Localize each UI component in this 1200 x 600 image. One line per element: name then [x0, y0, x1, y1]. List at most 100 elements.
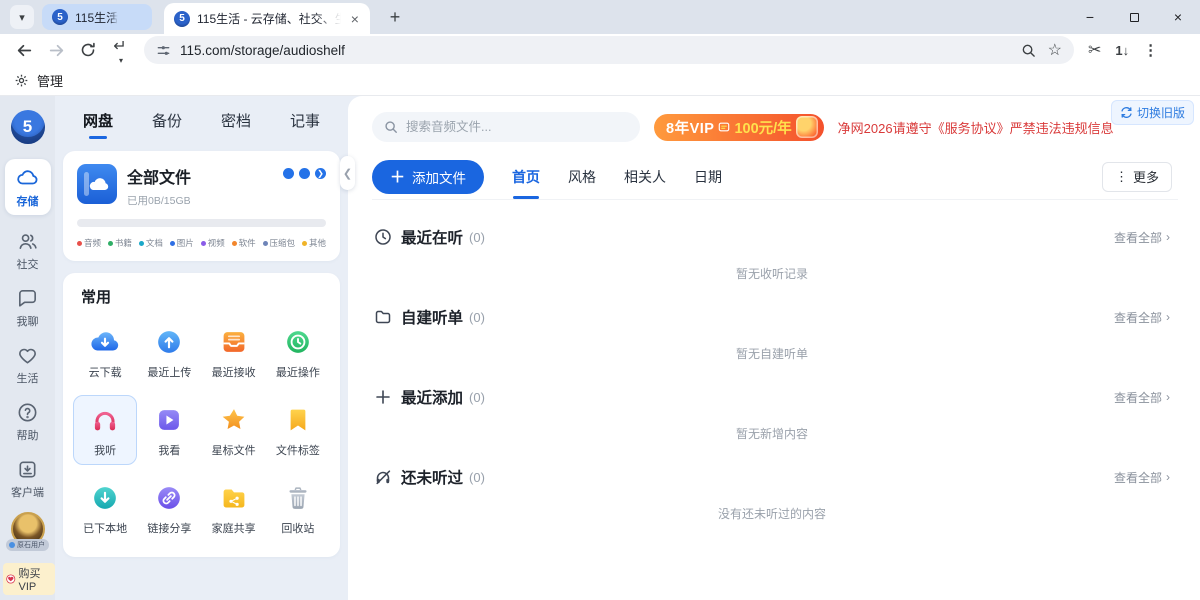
section-count: (0)	[469, 310, 485, 325]
legend-item: 软件	[232, 237, 256, 249]
all-files-card[interactable]: 全部文件 已用0B/15GB ❯ 音频 书籍 文档 图片 视频 软件 压缩包 其…	[63, 151, 340, 261]
sidebar-item-label: 我聊	[17, 313, 39, 329]
sidebar-item-social[interactable]: 社交	[5, 230, 51, 272]
buy-vip-button[interactable]: 购买VIP	[3, 563, 55, 595]
pager-next-icon[interactable]: ❯	[315, 168, 326, 179]
return-extension-button[interactable]: ↵ ▾	[106, 36, 134, 64]
reload-button[interactable]	[74, 36, 102, 64]
url-text[interactable]: 115.com/storage/audioshelf	[180, 43, 345, 58]
cloud-download-icon	[88, 325, 122, 359]
zoom-icon[interactable]	[1021, 43, 1036, 58]
common-item-recent-upload[interactable]: 最近上传	[137, 317, 201, 387]
sidebar-item-help[interactable]: 帮助	[5, 401, 51, 443]
all-files-icon	[77, 164, 117, 204]
kebab-menu-icon: ⋮	[1115, 169, 1128, 185]
panel-tab-vault[interactable]: 密档	[221, 110, 251, 139]
common-item-recycle-bin[interactable]: 回收站	[266, 473, 330, 543]
minimize-button[interactable]: −	[1068, 0, 1112, 34]
sidebar-item-label: 客户端	[11, 484, 44, 500]
search-box[interactable]	[372, 112, 640, 142]
legend-item: 文档	[139, 237, 163, 249]
download-manager-icon[interactable]: 1↓	[1115, 43, 1129, 58]
view-all-link[interactable]: 查看全部›	[1114, 469, 1170, 486]
panel-tabs: 网盘 备份 密档 记事	[55, 96, 348, 151]
main-toolbar-row: ＋ 添加文件 首页 风格 相关人 日期 ⋮ 更多	[372, 154, 1178, 200]
storage-progress-bar	[77, 219, 326, 227]
tab-related-people[interactable]: 相关人	[624, 154, 666, 199]
help-question-icon	[16, 401, 39, 424]
sidebar-item-storage[interactable]: 存储	[5, 159, 51, 215]
url-bar[interactable]: 115.com/storage/audioshelf ☆	[144, 36, 1074, 64]
common-card: 常用 云下载 最近上传 最近接收 最近操作	[63, 273, 340, 557]
empty-state-text: 暂无收听记录	[374, 265, 1170, 282]
panel-tab-notes[interactable]: 记事	[290, 110, 320, 139]
common-item-link-share[interactable]: 链接分享	[137, 473, 201, 543]
common-item-starred-files[interactable]: 星标文件	[202, 395, 266, 465]
section-count: (0)	[469, 470, 485, 485]
sidebar-item-client[interactable]: 客户端	[5, 458, 51, 500]
tab-home[interactable]: 首页	[512, 154, 540, 199]
legend-item: 其他	[302, 237, 326, 249]
tab-close-icon[interactable]: ×	[348, 11, 362, 27]
close-button[interactable]: ×	[1156, 0, 1200, 34]
search-input[interactable]	[406, 120, 606, 134]
family-folder-icon	[217, 481, 251, 515]
more-button[interactable]: ⋮ 更多	[1102, 162, 1172, 192]
return-arrow-icon: ↵	[113, 36, 126, 56]
panel-tab-backup[interactable]: 备份	[152, 110, 182, 139]
tab-search-button[interactable]: ▾	[10, 5, 34, 29]
maximize-button[interactable]	[1112, 0, 1156, 34]
page-body: 5 存储 社交 我聊 生活 帮助 客户端 原石用户	[0, 96, 1200, 600]
tab-date[interactable]: 日期	[694, 154, 722, 199]
section-header: 最近添加 (0) 查看全部›	[374, 386, 1170, 408]
common-item-my-watching[interactable]: 我看	[137, 395, 201, 465]
vip-banner[interactable]: 8年VIP 100元/年	[654, 114, 824, 141]
common-item-downloaded-local[interactable]: 已下本地	[73, 473, 137, 543]
section-title: 最近添加	[401, 386, 463, 408]
common-item-my-listening[interactable]: 我听	[73, 395, 137, 465]
common-item-recent-received[interactable]: 最近接收	[202, 317, 266, 387]
pager-dot[interactable]	[299, 168, 310, 179]
brand-logo-115[interactable]: 5	[11, 110, 45, 144]
user-profile[interactable]: 原石用户	[6, 512, 49, 551]
gear-icon	[14, 73, 29, 88]
common-item-recent-actions[interactable]: 最近操作	[266, 317, 330, 387]
chevron-down-icon: ▾	[119, 56, 123, 65]
sidebar-item-label: 生活	[17, 370, 39, 386]
section-header: 最近在听 (0) 查看全部›	[374, 226, 1170, 248]
site-info-icon[interactable]	[156, 43, 171, 58]
browser-tab-1[interactable]: 5 115生活	[42, 4, 152, 30]
common-title: 常用	[73, 286, 330, 307]
switch-old-label: 切换旧版	[1137, 104, 1185, 121]
back-icon	[16, 42, 33, 59]
new-tab-button[interactable]: +	[382, 4, 408, 30]
pager-dot[interactable]	[283, 168, 294, 179]
section-not-yet-listened: 还未听过 (0) 查看全部› 没有还未听过的内容	[374, 466, 1170, 522]
shelf-sections: 最近在听 (0) 查看全部› 暂无收听记录 自建听单 (0) 查看全部› 暂无自…	[348, 200, 1200, 522]
tab-title: 115生活	[75, 9, 118, 26]
view-all-link[interactable]: 查看全部›	[1114, 309, 1170, 326]
bookmark-star-icon[interactable]: ☆	[1048, 40, 1062, 60]
browser-menu-icon[interactable]: ⋮	[1143, 41, 1158, 59]
switch-old-version-button[interactable]: 切换旧版	[1111, 100, 1194, 125]
common-item-family-share[interactable]: 家庭共享	[202, 473, 266, 543]
vip-gift-graphic	[796, 116, 818, 138]
scissors-extension-icon[interactable]: ✂	[1088, 40, 1101, 60]
tab-genre[interactable]: 风格	[568, 154, 596, 199]
bookmark-manage[interactable]: 管理	[37, 71, 63, 90]
sidebar-item-life[interactable]: 生活	[5, 344, 51, 386]
panel-collapse-handle[interactable]: ❮	[340, 156, 355, 190]
pager-dots: ❯	[283, 168, 326, 179]
browser-tab-2-active[interactable]: 5 115生活 - 云存储、社交、生活 ×	[164, 3, 370, 34]
chevron-right-icon: ›	[1166, 470, 1170, 484]
view-all-link[interactable]: 查看全部›	[1114, 229, 1170, 246]
add-file-button[interactable]: ＋ 添加文件	[372, 160, 484, 194]
forward-button[interactable]	[42, 36, 70, 64]
common-item-cloud-download[interactable]: 云下载	[73, 317, 137, 387]
common-item-file-tags[interactable]: 文件标签	[266, 395, 330, 465]
sidebar-item-chat[interactable]: 我聊	[5, 287, 51, 329]
panel-tab-drive[interactable]: 网盘	[83, 110, 113, 139]
back-button[interactable]	[10, 36, 38, 64]
client-download-icon	[16, 458, 39, 481]
view-all-link[interactable]: 查看全部›	[1114, 389, 1170, 406]
